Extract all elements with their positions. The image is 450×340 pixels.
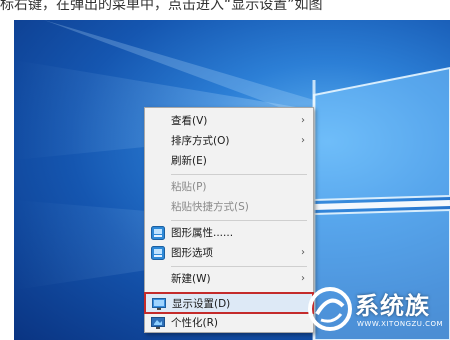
- submenu-arrow-icon: ›: [301, 135, 305, 146]
- menu-item-label: 查看(V): [171, 115, 208, 127]
- menu-item-paste: 粘贴(P): [145, 177, 313, 197]
- watermark-logo-icon: [308, 287, 352, 331]
- menu-item-label: 显示设置(D): [172, 298, 231, 310]
- menu-item-label: 图形选项: [171, 247, 213, 259]
- menu-item-new[interactable]: 新建(W) ›: [145, 269, 313, 289]
- menu-item-label: 粘贴快捷方式(S): [171, 201, 249, 213]
- menu-item-label: 排序方式(O): [171, 135, 230, 147]
- menu-item-personalize[interactable]: 个性化(R): [145, 313, 313, 333]
- menu-item-label: 个性化(R): [171, 317, 218, 329]
- menu-item-sort-by[interactable]: 排序方式(O) ›: [145, 131, 313, 151]
- submenu-arrow-icon: ›: [301, 247, 305, 258]
- menu-item-view[interactable]: 查看(V) ›: [145, 111, 313, 131]
- menu-item-paste-shortcut: 粘贴快捷方式(S): [145, 197, 313, 217]
- menu-separator: [171, 220, 307, 221]
- menu-item-label: 新建(W): [171, 273, 211, 285]
- menu-separator: [171, 174, 307, 175]
- menu-item-label: 粘贴(P): [171, 181, 207, 193]
- menu-item-display-settings[interactable]: 显示设置(D): [144, 292, 314, 314]
- display-settings-icon: [152, 298, 166, 310]
- intel-graphics-icon: [151, 246, 165, 260]
- desktop-context-menu: 查看(V) › 排序方式(O) › 刷新(E) 粘贴(P) 粘贴快捷方式(S) …: [144, 107, 314, 333]
- watermark-title: 系统族: [355, 292, 430, 320]
- menu-item-graphics-options[interactable]: 图形选项 ›: [145, 243, 313, 263]
- submenu-arrow-icon: ›: [301, 115, 305, 126]
- menu-item-label: 图形属性......: [171, 227, 234, 239]
- intel-graphics-icon: [151, 226, 165, 240]
- menu-item-refresh[interactable]: 刷新(E): [145, 151, 313, 171]
- site-watermark: 系统族 WWW.XITONGZU.COM: [305, 282, 450, 340]
- menu-item-label: 刷新(E): [171, 155, 207, 167]
- tutorial-caption: 标右键，在弹出的菜单中，点击进入“显示设置”如图: [0, 0, 323, 13]
- personalize-icon: [151, 317, 165, 329]
- menu-item-graphics-properties[interactable]: 图形属性......: [145, 223, 313, 243]
- watermark-url: WWW.XITONGZU.COM: [357, 320, 444, 328]
- menu-separator: [171, 266, 307, 267]
